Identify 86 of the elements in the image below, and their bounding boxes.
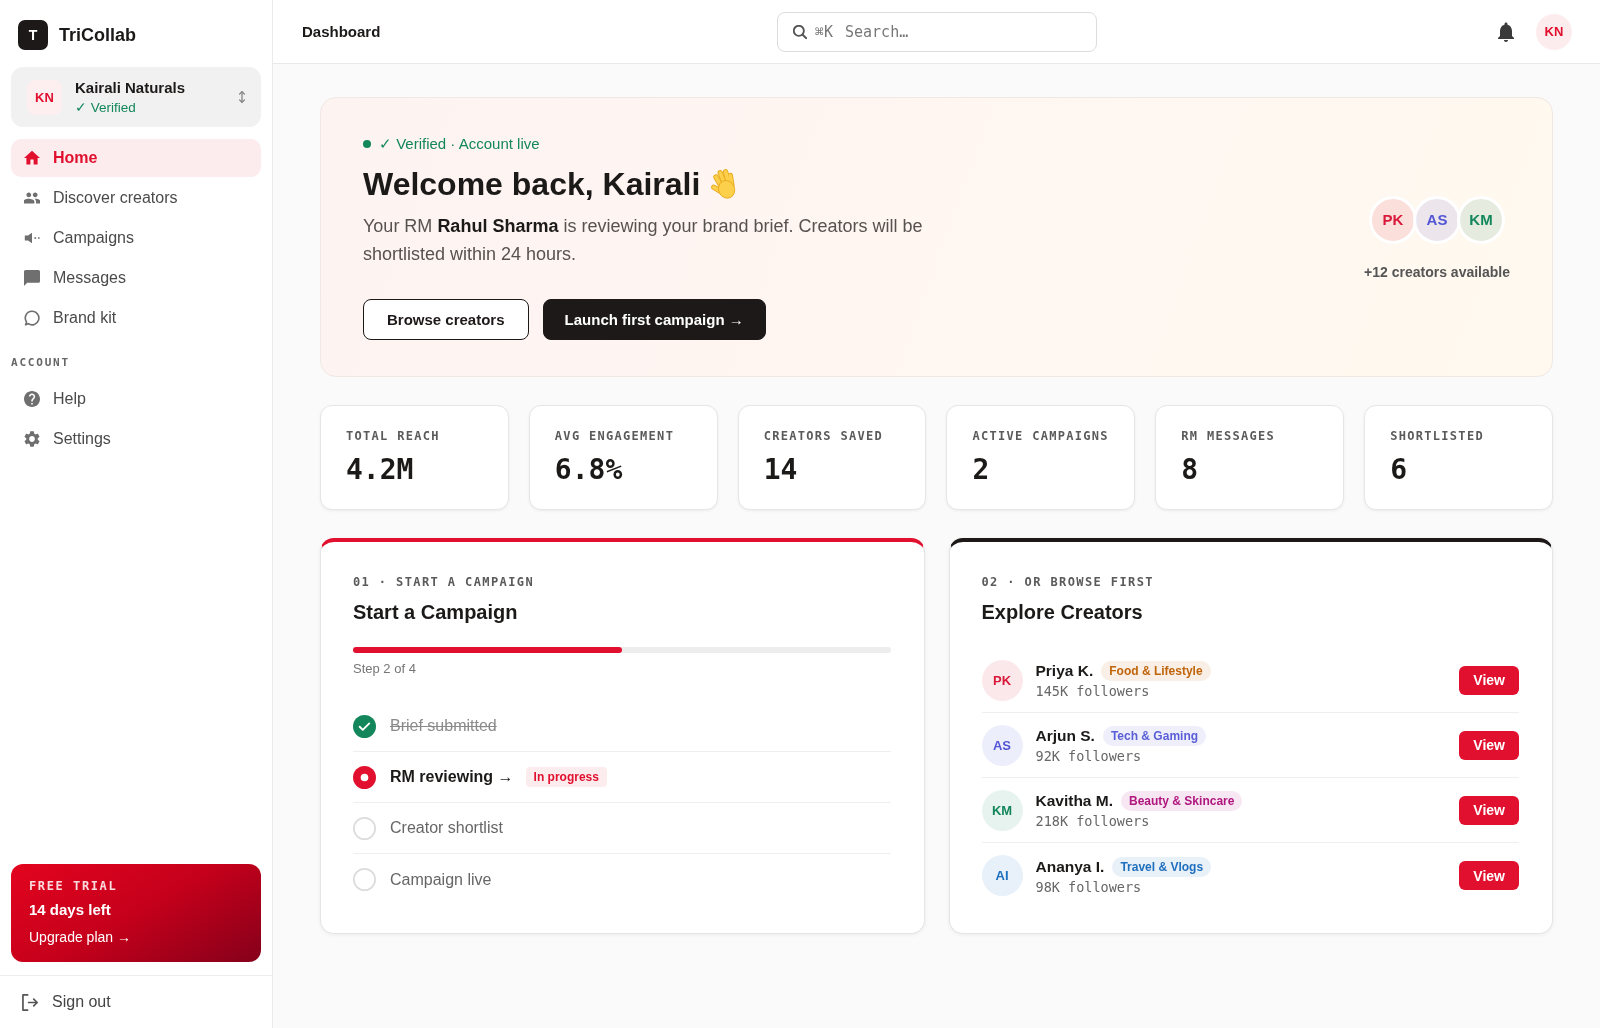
- follower-count: 218K followers: [1035, 813, 1150, 829]
- trial-days-left: 14 days left: [29, 900, 111, 919]
- primary-button[interactable]: Launch first campaign →: [542, 299, 766, 340]
- home-icon: [24, 150, 40, 166]
- view-button[interactable]: View: [1459, 795, 1519, 825]
- follower-count: 145K followers: [1035, 683, 1150, 699]
- section-heading: ACCOUNT: [11, 356, 70, 370]
- keyboard-shortcut-hint: ⌘K: [815, 22, 834, 41]
- verified-status: ✓ Verified: [75, 99, 137, 115]
- bell-icon[interactable]: [1498, 21, 1514, 42]
- step-label: Brief submitted: [390, 717, 497, 735]
- empty-circle-icon: [353, 816, 376, 840]
- creator-avatar: PK: [981, 659, 1023, 701]
- nav-item[interactable]: Brand kit: [11, 299, 261, 337]
- app-name: TriCollab: [59, 24, 136, 46]
- step-label: Campaign live: [390, 870, 492, 889]
- nav-item[interactable]: Home: [11, 139, 261, 177]
- nav-item[interactable]: Discover creators: [11, 179, 261, 217]
- step-label: Creator shortlist: [390, 819, 503, 837]
- stat-value: 2: [972, 453, 990, 487]
- section-eyebrow: 02 · OR BROWSE FIRST: [981, 574, 1155, 590]
- welcome-title: Welcome back, Kairali: [363, 165, 701, 204]
- category-tag: Food & Lifestyle: [1101, 661, 1211, 681]
- follower-count: 92K followers: [1035, 748, 1142, 764]
- account-switcher[interactable]: KN Kairali Naturals ✓ Verified: [11, 67, 261, 127]
- people-icon: [24, 190, 40, 206]
- step-counter: Step 2 of 4: [353, 661, 417, 677]
- creator-avatar: AI: [981, 855, 1023, 896]
- stat-label: CREATORS SAVED: [763, 429, 883, 443]
- speaker-icon: [24, 230, 40, 246]
- stat-value: 8: [1181, 453, 1199, 487]
- view-button[interactable]: View: [1459, 861, 1519, 890]
- view-button[interactable]: View: [1459, 730, 1519, 760]
- welcome-message: Your RM Rahul Sharma is reviewing your brand brief. Creators will be shortlisted within 24 hours.: [363, 215, 924, 266]
- stat-label: SHORTLISTED: [1390, 429, 1484, 443]
- creators-available-text: +12 creators available: [1364, 263, 1510, 280]
- user-avatar[interactable]: KN: [1536, 13, 1572, 50]
- creator-avatar: AS: [981, 724, 1023, 766]
- creator-name: Kavitha M.: [1035, 792, 1113, 810]
- stat-value: 14: [763, 453, 798, 487]
- chat-bubble-icon: [24, 270, 40, 286]
- page-title: Dashboard: [302, 23, 381, 40]
- account-status: ✓ Verified · Account live: [379, 135, 540, 152]
- creator-name: Arjun S.: [1035, 727, 1095, 745]
- step-label: RM reviewing →: [390, 768, 514, 786]
- outline-button[interactable]: Browse creators: [363, 299, 529, 340]
- category-tag: Beauty & Skincare: [1121, 791, 1243, 811]
- sign-out-button[interactable]: Sign out: [22, 993, 111, 1011]
- view-button[interactable]: View: [1459, 665, 1519, 695]
- stat-label: TOTAL REACH: [346, 429, 440, 443]
- empty-circle-icon: [353, 868, 376, 891]
- nav-item[interactable]: Settings: [11, 420, 261, 458]
- creator-avatar: KM: [981, 789, 1023, 831]
- stat-label: AVG ENGAGEMENT: [554, 429, 675, 443]
- bubble-outline-icon: [24, 310, 40, 326]
- stat-label: RM MESSAGES: [1181, 429, 1276, 443]
- stat-value: 4.2M: [346, 453, 414, 487]
- nav-item[interactable]: Messages: [11, 259, 261, 297]
- brand-avatar: KN: [27, 79, 62, 115]
- help-icon: [24, 391, 40, 407]
- settings-icon: [24, 431, 40, 447]
- creator-avatar: KM: [1457, 195, 1506, 244]
- radio-dot-icon: [353, 765, 376, 789]
- logo-mark: T: [18, 20, 48, 50]
- nav-item[interactable]: Campaigns: [11, 219, 261, 257]
- search-icon: [793, 24, 807, 39]
- nav-item[interactable]: Help: [11, 380, 261, 418]
- sign-out-icon: [22, 993, 38, 1011]
- category-tag: Tech & Gaming: [1102, 726, 1207, 746]
- stat-value: 6.8%: [554, 453, 623, 487]
- stat-label: ACTIVE CAMPAIGNS: [972, 429, 1109, 443]
- trial-label: FREE TRIAL: [29, 879, 118, 893]
- status-dot-icon: [363, 139, 371, 148]
- category-tag: Travel & Vlogs: [1112, 856, 1212, 877]
- up-down-arrow-icon: [239, 91, 245, 103]
- account-name: Kairali Naturals: [75, 79, 187, 96]
- check-circle-icon: [353, 714, 376, 738]
- card-title: Start a Campaign: [353, 600, 519, 625]
- section-eyebrow: 01 · START A CAMPAIGN: [353, 574, 536, 590]
- card-title: Explore Creators: [981, 600, 1144, 625]
- creator-name: Ananya I.: [1035, 857, 1105, 876]
- follower-count: 98K followers: [1035, 878, 1142, 895]
- creator-name: Priya K.: [1035, 662, 1094, 680]
- stat-value: 6: [1390, 453, 1407, 487]
- status-badge: In progress: [525, 767, 607, 787]
- upgrade-link[interactable]: Upgrade plan →: [29, 929, 131, 946]
